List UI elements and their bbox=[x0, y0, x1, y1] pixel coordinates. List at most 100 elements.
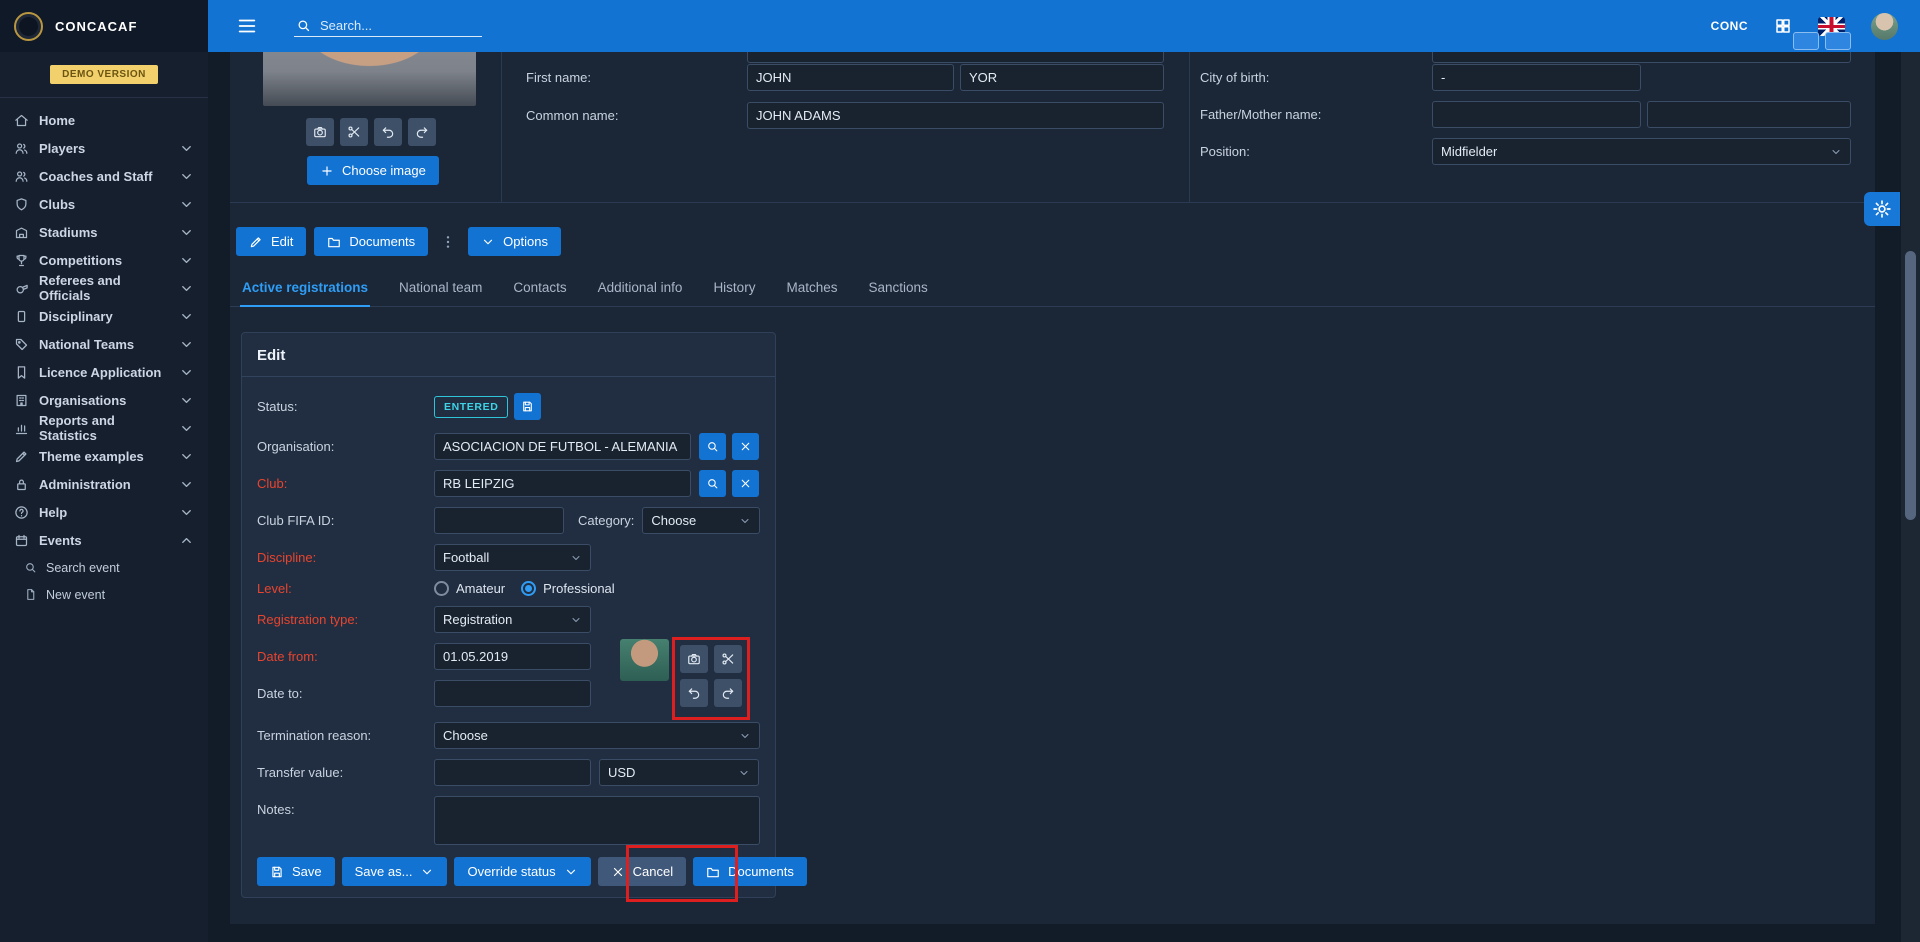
close-icon bbox=[611, 865, 625, 879]
chevron-down-icon bbox=[481, 235, 495, 249]
more-actions-icon[interactable] bbox=[436, 234, 460, 250]
sidebar-item-administration[interactable]: Administration bbox=[0, 470, 208, 498]
partial-input-top-left[interactable] bbox=[747, 52, 1164, 63]
documents-button[interactable]: Documents bbox=[314, 227, 428, 256]
club-search-button[interactable] bbox=[699, 470, 726, 497]
rotate-left-icon[interactable] bbox=[374, 118, 402, 146]
tab-additional-info[interactable]: Additional info bbox=[596, 274, 685, 307]
sidebar-item-new-event[interactable]: New event bbox=[0, 581, 208, 608]
sidebar-item-reports-and-statistics[interactable]: Reports and Statistics bbox=[0, 414, 208, 442]
choose-image-button[interactable]: Choose image bbox=[307, 156, 439, 185]
options-button[interactable]: Options bbox=[468, 227, 561, 256]
sidebar-item-referees-and-officials[interactable]: Referees and Officials bbox=[0, 274, 208, 302]
chevron-down-icon bbox=[179, 141, 194, 156]
club-clear-button[interactable] bbox=[732, 470, 759, 497]
chevron-down-icon bbox=[179, 225, 194, 240]
organisation-clear-button[interactable] bbox=[732, 433, 759, 460]
termination-reason-select[interactable]: Choose bbox=[434, 722, 760, 749]
mother-name-input[interactable] bbox=[1647, 101, 1851, 128]
level-professional-radio[interactable] bbox=[521, 581, 536, 596]
common-name-input[interactable] bbox=[747, 102, 1164, 129]
sidebar-item-licence-application[interactable]: Licence Application bbox=[0, 358, 208, 386]
apps-grid-icon[interactable] bbox=[1774, 17, 1792, 35]
sidebar-item-organisations[interactable]: Organisations bbox=[0, 386, 208, 414]
sidebar-item-disciplinary[interactable]: Disciplinary bbox=[0, 302, 208, 330]
save-as-button[interactable]: Save as... bbox=[342, 857, 448, 886]
search-input[interactable] bbox=[320, 18, 480, 33]
edit-button[interactable]: Edit bbox=[236, 227, 306, 256]
content-area: Choose image First name: Common name: Ci… bbox=[208, 52, 1920, 942]
organisation-label: Organisation: bbox=[257, 439, 434, 454]
crop-icon[interactable] bbox=[340, 118, 368, 146]
registration-type-select[interactable]: Registration bbox=[434, 606, 591, 633]
club-fifa-id-input[interactable] bbox=[434, 507, 564, 534]
category-select[interactable]: Choose bbox=[642, 507, 760, 534]
rotate-right-icon[interactable] bbox=[714, 679, 742, 707]
club-fifa-id-label: Club FIFA ID: bbox=[257, 513, 434, 528]
settings-gear-icon[interactable] bbox=[1864, 192, 1900, 226]
position-select[interactable]: Midfielder bbox=[1432, 138, 1851, 165]
chevron-down-icon bbox=[179, 197, 194, 212]
chevron-down-icon bbox=[564, 865, 578, 879]
sidebar-item-search-event[interactable]: Search event bbox=[0, 554, 208, 581]
sidebar-item-stadiums[interactable]: Stadiums bbox=[0, 218, 208, 246]
user-avatar[interactable] bbox=[1871, 13, 1898, 40]
sidebar-item-home[interactable]: Home bbox=[0, 106, 208, 134]
sidebar-item-theme-examples[interactable]: Theme examples bbox=[0, 442, 208, 470]
sidebar-item-coaches-and-staff[interactable]: Coaches and Staff bbox=[0, 162, 208, 190]
tab-active-registrations[interactable]: Active registrations bbox=[240, 274, 370, 307]
partial-input-top-right[interactable] bbox=[1432, 52, 1851, 63]
organisation-search-button[interactable] bbox=[699, 433, 726, 460]
notes-textarea[interactable] bbox=[434, 796, 760, 845]
file-icon bbox=[24, 588, 37, 601]
quick-action-button-2[interactable] bbox=[1825, 32, 1851, 50]
camera-icon[interactable] bbox=[680, 645, 708, 673]
date-to-input[interactable] bbox=[434, 680, 591, 707]
organisation-input[interactable] bbox=[434, 433, 691, 460]
organisation-row: Organisation: bbox=[257, 433, 760, 460]
sidebar-item-help[interactable]: Help bbox=[0, 498, 208, 526]
crop-icon[interactable] bbox=[714, 645, 742, 673]
rotate-right-icon[interactable] bbox=[408, 118, 436, 146]
sidebar-item-clubs[interactable]: Clubs bbox=[0, 190, 208, 218]
tab-sanctions[interactable]: Sanctions bbox=[866, 274, 929, 307]
sidebar-item-label: Coaches and Staff bbox=[39, 169, 152, 184]
tab-contacts[interactable]: Contacts bbox=[511, 274, 568, 307]
level-amateur-radio[interactable] bbox=[434, 581, 449, 596]
tab-history[interactable]: History bbox=[711, 274, 757, 307]
chevron-down-icon bbox=[1830, 146, 1842, 158]
sidebar-item-players[interactable]: Players bbox=[0, 134, 208, 162]
sidebar-item-label: Theme examples bbox=[39, 449, 144, 464]
club-input[interactable] bbox=[434, 470, 691, 497]
first-name-input[interactable] bbox=[747, 64, 954, 91]
discipline-value: Football bbox=[443, 550, 489, 565]
city-of-birth-input[interactable] bbox=[1432, 64, 1641, 91]
rotate-left-icon[interactable] bbox=[680, 679, 708, 707]
sidebar-item-national-teams[interactable]: National Teams bbox=[0, 330, 208, 358]
tab-matches[interactable]: Matches bbox=[784, 274, 839, 307]
sidebar-item-label: Stadiums bbox=[39, 225, 98, 240]
quick-action-button-1[interactable] bbox=[1793, 32, 1819, 50]
date-from-input[interactable] bbox=[434, 643, 591, 670]
chevron-down-icon bbox=[179, 253, 194, 268]
save-button[interactable]: Save bbox=[257, 857, 335, 886]
last-name-input[interactable] bbox=[960, 64, 1164, 91]
currency-select[interactable]: USD bbox=[599, 759, 759, 786]
registration-type-row: Registration type: Registration bbox=[257, 606, 760, 633]
transfer-value-input[interactable] bbox=[434, 759, 591, 786]
menu-icon[interactable] bbox=[236, 15, 258, 37]
override-status-button[interactable]: Override status bbox=[454, 857, 590, 886]
sidebar-item-events[interactable]: Events bbox=[0, 526, 208, 554]
competitions-icon bbox=[14, 253, 29, 268]
position-label: Position: bbox=[1200, 138, 1250, 165]
floppy-icon bbox=[521, 400, 534, 413]
edit-button-label: Edit bbox=[271, 234, 293, 249]
discipline-select[interactable]: Football bbox=[434, 544, 591, 571]
father-name-input[interactable] bbox=[1432, 101, 1641, 128]
sidebar-item-competitions[interactable]: Competitions bbox=[0, 246, 208, 274]
status-save-button[interactable] bbox=[514, 393, 541, 420]
camera-icon[interactable] bbox=[306, 118, 334, 146]
scrollbar-thumb[interactable] bbox=[1905, 251, 1916, 520]
tab-national-team[interactable]: National team bbox=[397, 274, 484, 307]
player-header-section: Choose image First name: Common name: Ci… bbox=[230, 52, 1875, 202]
